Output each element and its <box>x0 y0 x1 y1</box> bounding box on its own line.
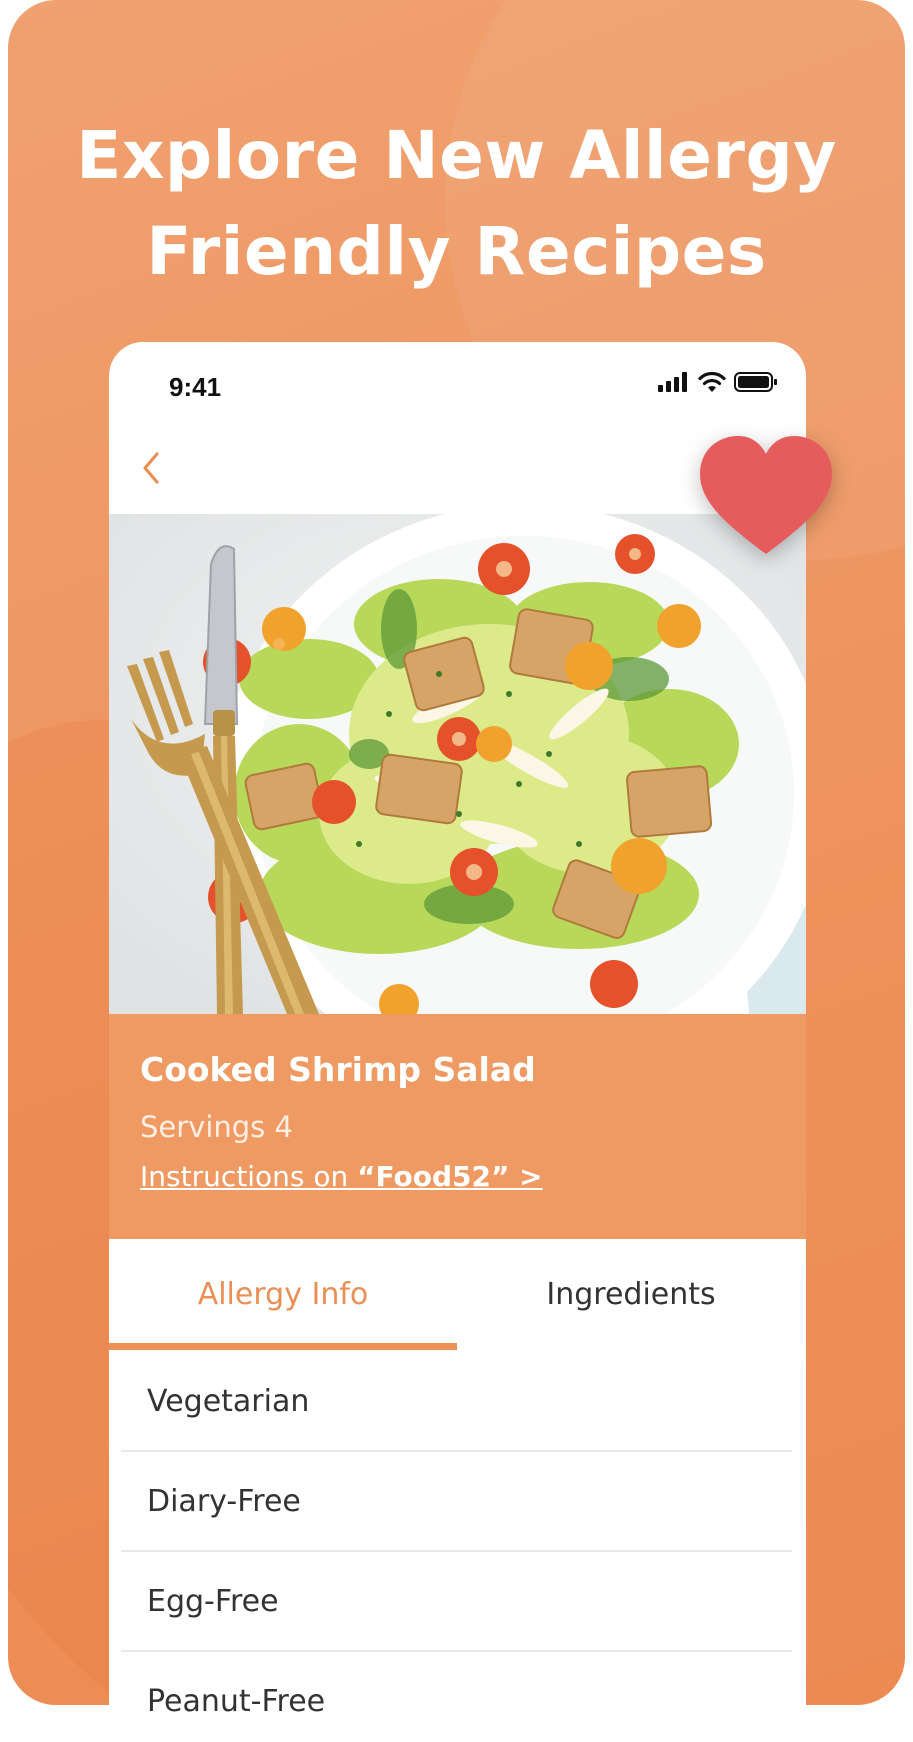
instructions-source: “Food52” > <box>357 1160 543 1193</box>
tab-ingredients[interactable]: Ingredients <box>457 1239 805 1349</box>
list-item-peanut-free: Peanut-Free <box>121 1652 792 1742</box>
recipe-title: Cooked Shrimp Salad <box>140 1050 536 1089</box>
status-time: 9:41 <box>169 372 222 402</box>
chevron-left-icon <box>143 452 159 484</box>
headline-line-1: Explore New Allergy <box>76 117 837 194</box>
signal-icon <box>658 372 687 392</box>
status-bar: 9:41 <box>109 342 806 412</box>
allergy-list: Vegetarian Diary-Free Egg-Free Peanut-Fr… <box>109 1352 806 1742</box>
recipe-info-panel: Cooked Shrimp Salad Servings 4 Instructi… <box>109 1014 806 1239</box>
tab-allergy-info[interactable]: Allergy Info <box>109 1239 457 1349</box>
active-tab-indicator <box>109 1343 457 1350</box>
wifi-icon <box>698 372 726 392</box>
battery-icon <box>734 372 777 392</box>
tab-bar: Allergy Info Ingredients <box>109 1239 806 1352</box>
status-icons <box>658 372 778 392</box>
list-item-egg-free: Egg-Free <box>121 1552 792 1652</box>
salad-illustration <box>109 514 806 1014</box>
heart-icon[interactable] <box>696 432 836 562</box>
list-item-vegetarian: Vegetarian <box>121 1352 792 1452</box>
back-button[interactable] <box>133 442 173 492</box>
recipe-servings: Servings 4 <box>140 1110 293 1144</box>
list-item-dairy-free: Diary-Free <box>121 1452 792 1552</box>
promo-headline: Explore New Allergy Friendly Recipes <box>8 108 905 300</box>
headline-line-2: Friendly Recipes <box>146 213 767 290</box>
instructions-link[interactable]: Instructions on “Food52” > <box>140 1160 543 1193</box>
instructions-prefix: Instructions on <box>140 1160 358 1193</box>
recipe-photo <box>109 514 806 1014</box>
